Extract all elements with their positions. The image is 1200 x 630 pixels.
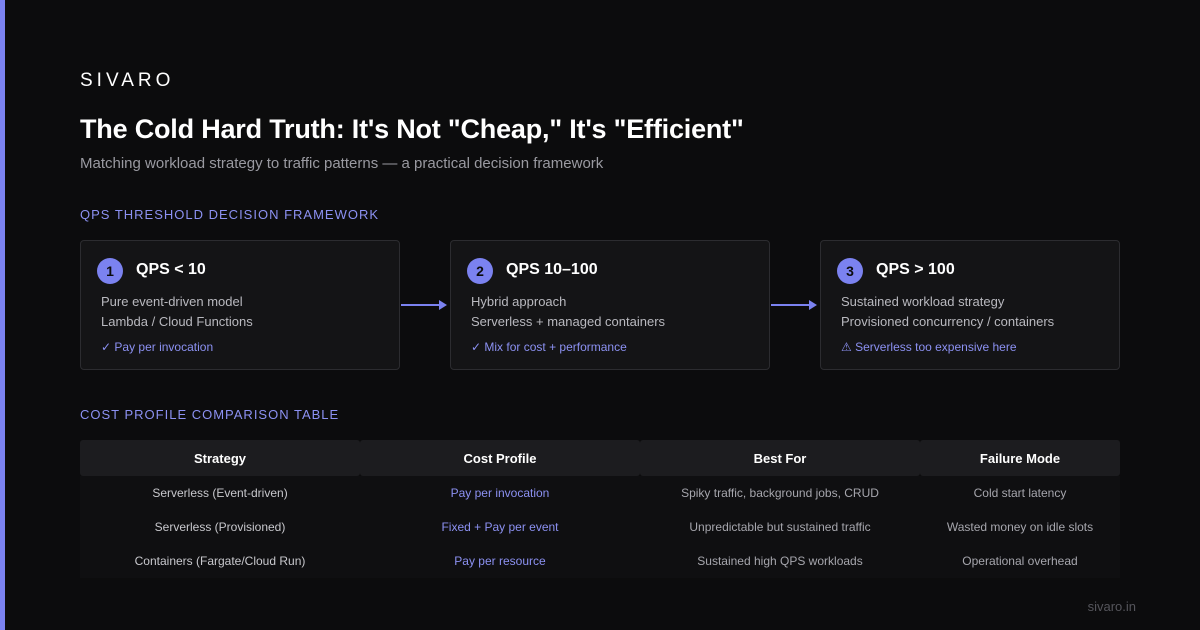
page-subtitle: Matching workload strategy to traffic pa… (80, 155, 604, 172)
cell-failure-mode: Cold start latency (973, 486, 1067, 500)
page-title: The Cold Hard Truth: It's Not "Cheap," I… (80, 114, 744, 144)
table-section-label: COST PROFILE COMPARISON TABLE (80, 407, 340, 422)
column-header-best-for: Best For (640, 440, 920, 476)
card-detail: Lambda / Cloud Functions (101, 314, 253, 329)
card-note: ✓ Mix for cost + performance (471, 340, 627, 354)
framework-section-label: QPS THRESHOLD DECISION FRAMEWORK (80, 207, 380, 222)
card-heading: QPS > 100 (876, 261, 955, 278)
table-row: Serverless (Event-driven) Pay per invoca… (80, 476, 1120, 510)
card-heading: QPS 10–100 (506, 261, 598, 278)
framework-card-1: 1 QPS < 10 Pure event-driven model Lambd… (80, 240, 400, 370)
table-row: Containers (Fargate/Cloud Run) Pay per r… (80, 544, 1120, 578)
cell-strategy: Containers (Fargate/Cloud Run) (134, 554, 306, 568)
cell-cost-profile: Pay per resource (454, 554, 546, 568)
accent-bar (0, 0, 5, 630)
cell-strategy: Serverless (Provisioned) (154, 520, 286, 534)
cell-failure-mode: Operational overhead (962, 554, 1078, 568)
step-badge: 3 (837, 258, 863, 284)
step-badge: 2 (467, 258, 493, 284)
card-heading: QPS < 10 (136, 261, 206, 278)
cell-best-for: Unpredictable but sustained traffic (689, 520, 871, 534)
cell-cost-profile: Pay per invocation (450, 486, 550, 500)
card-description: Sustained workload strategy (841, 294, 1005, 309)
table-row: Serverless (Provisioned) Fixed + Pay per… (80, 510, 1120, 544)
footer-url: sivaro.in (1087, 599, 1136, 614)
card-note: ⚠ Serverless too expensive here (841, 340, 1017, 354)
framework-card-3: 3 QPS > 100 Sustained workload strategy … (820, 240, 1120, 370)
card-detail: Serverless + managed containers (471, 314, 666, 329)
step-badge: 1 (97, 258, 123, 284)
cell-best-for: Sustained high QPS workloads (697, 554, 863, 568)
card-detail: Provisioned concurrency / containers (841, 314, 1055, 329)
table-header-row: Strategy Cost Profile Best For Failure M… (80, 440, 1120, 476)
column-header-strategy: Strategy (80, 440, 360, 476)
column-header-failure-mode: Failure Mode (920, 440, 1120, 476)
brand-logo: SIVARO (80, 70, 175, 91)
card-description: Pure event-driven model (101, 294, 243, 309)
cell-cost-profile: Fixed + Pay per event (441, 520, 559, 534)
card-note: ✓ Pay per invocation (101, 340, 214, 354)
framework-card-2: 2 QPS 10–100 Hybrid approach Serverless … (450, 240, 770, 370)
cell-best-for: Spiky traffic, background jobs, CRUD (681, 486, 879, 500)
cell-strategy: Serverless (Event-driven) (152, 486, 288, 500)
cell-failure-mode: Wasted money on idle slots (946, 520, 1094, 534)
arrow-right-icon (401, 300, 447, 310)
arrow-right-icon (771, 300, 817, 310)
cost-comparison-table: Strategy Cost Profile Best For Failure M… (80, 440, 1120, 578)
column-header-cost-profile: Cost Profile (360, 440, 640, 476)
card-description: Hybrid approach (471, 294, 567, 309)
